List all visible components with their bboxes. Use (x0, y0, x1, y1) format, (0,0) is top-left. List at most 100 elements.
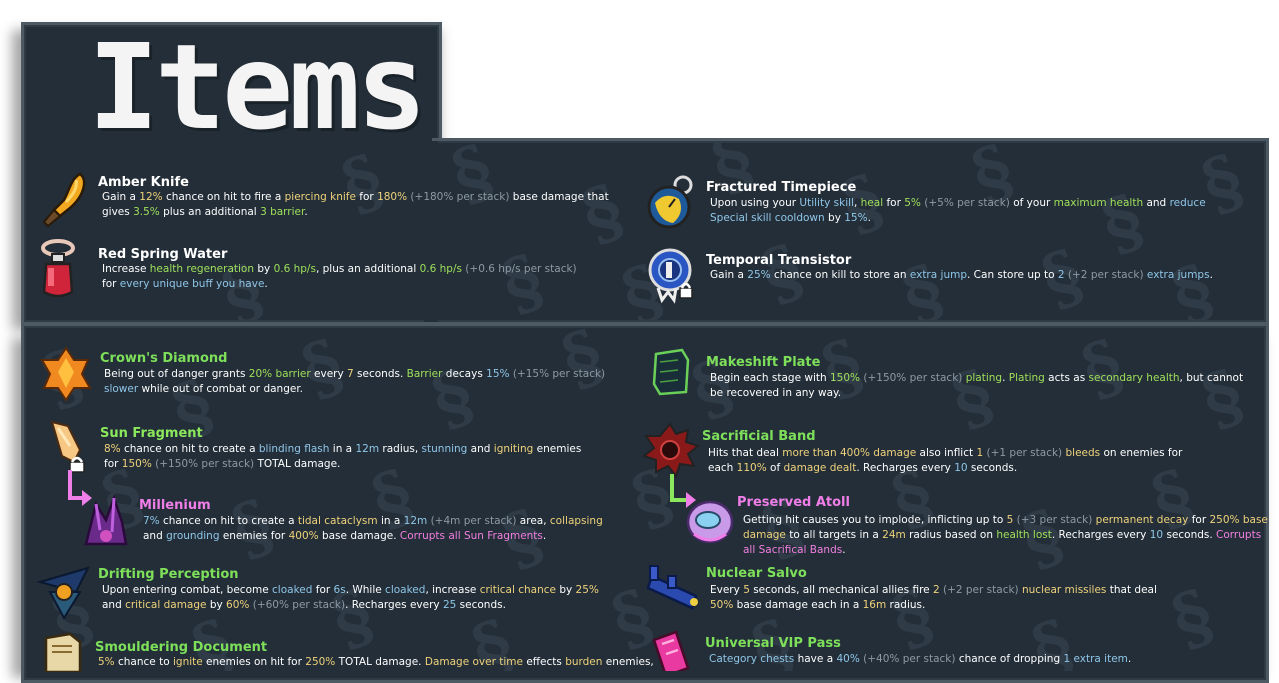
item-name: Nuclear Salvo (706, 566, 807, 581)
description-segment: health regeneration (149, 263, 255, 275)
description-line: Category chests have a 40% (+40% per sta… (709, 652, 1249, 667)
description-segment: by (824, 212, 845, 224)
item-description: 8% chance on hit to create a blinding fl… (104, 442, 604, 472)
fractured-timepiece-icon (647, 175, 693, 229)
description-line: for every unique buff you have. (102, 277, 602, 292)
description-segment: secondary health (1088, 372, 1180, 384)
description-segment: enemies on hit for (202, 656, 306, 668)
description-segment: critical damage (125, 599, 207, 611)
smouldering-document-icon (44, 632, 82, 672)
description-segment: . While (345, 584, 386, 596)
description-segment: slower (104, 383, 139, 395)
description-segment: 5% (98, 656, 115, 668)
description-segment: 250% (305, 656, 336, 668)
description-segment: Damage over time (424, 656, 523, 668)
description-segment: 2 (1057, 269, 1065, 281)
description-segment: radius. (886, 599, 926, 611)
item-name: Temporal Transistor (706, 253, 852, 268)
description-segment: radius, (379, 443, 422, 455)
description-segment: burden (565, 656, 603, 668)
description-segment: . (842, 544, 846, 556)
description-segment: health lost (996, 529, 1052, 541)
description-segment: (+15% per stack) (509, 368, 606, 380)
description-segment: damage (743, 529, 786, 541)
description-segment: (+2 per stack) (939, 584, 1019, 596)
description-segment: every (310, 368, 348, 380)
description-segment: 6s (333, 584, 346, 596)
description-line: Upon using your Utility skill, heal for … (710, 196, 1240, 211)
description-line: Upon entering combat, become cloaked for… (102, 583, 602, 598)
description-segment: be recovered in any way. (710, 387, 842, 399)
description-segment: (+150% per stack) (151, 458, 255, 470)
description-segment: while out of combat or danger. (138, 383, 304, 395)
description-segment: stunning (421, 443, 468, 455)
description-segment: 180% (377, 191, 408, 203)
description-segment: Utility skill (799, 197, 854, 209)
description-segment: 16m (862, 599, 887, 611)
description-segment: cloaked (272, 584, 313, 596)
description-segment: 1 extra item (1063, 653, 1128, 665)
description-segment: every unique buff you have (119, 278, 265, 290)
description-segment: extra jumps (1146, 269, 1210, 281)
panel-join (424, 141, 438, 322)
description-segment: 150% (830, 372, 861, 384)
description-segment: , increase (425, 584, 480, 596)
item-description: Getting hit causes you to implode, infli… (743, 513, 1268, 558)
description-segment: . (1209, 269, 1213, 281)
description-segment: base damage that (509, 191, 609, 203)
description-segment: 25% (575, 584, 599, 596)
description-segment: of (766, 462, 784, 474)
description-segment: for (355, 191, 378, 203)
description-segment: igniting (493, 443, 534, 455)
description-segment: Upon entering combat, become (102, 584, 273, 596)
description-segment: and (467, 443, 494, 455)
description-segment: TOTAL damage. (335, 656, 425, 668)
item-description: Upon using your Utility skill, heal for … (710, 196, 1240, 226)
description-segment: (+4m per stack) (427, 515, 517, 527)
description-segment: 150% (121, 458, 152, 470)
universal-vip-pass-icon (652, 630, 690, 671)
temporal-transistor-icon (648, 248, 693, 304)
description-segment: (+40% per stack) (859, 653, 956, 665)
item-name: Crown's Diamond (100, 351, 228, 366)
description-segment: 3.5% (133, 206, 160, 218)
description-segment: to all targets in a (785, 529, 883, 541)
description-segment: all Sacrifical Bands (743, 544, 843, 556)
description-line: Gain a 12% chance on hit to fire a pierc… (102, 190, 609, 205)
description-line: be recovered in any way. (710, 386, 1250, 401)
millenium-icon (84, 494, 128, 546)
description-segment: 40% (836, 653, 860, 665)
description-segment: in a (329, 443, 356, 455)
item-name: Amber Knife (98, 175, 189, 190)
description-segment: grounding (166, 530, 220, 542)
description-segment: blinding flash (258, 443, 330, 455)
description-segment: 5% (904, 197, 921, 209)
sun-fragment-icon (50, 420, 85, 473)
description-segment: . (867, 212, 871, 224)
description-segment: plating (965, 372, 1003, 384)
description-segment: plus an additional (159, 206, 261, 218)
description-segment: chance on hit to fire a (162, 191, 285, 203)
description-segment: collapsing (549, 515, 603, 527)
description-line: all Sacrifical Bands. (743, 543, 1253, 558)
description-segment: 7 (347, 368, 354, 380)
white-items-panel-right (432, 138, 1269, 325)
description-segment: reduce (1169, 197, 1206, 209)
description-segment: . (1002, 372, 1009, 384)
description-segment: (+60% per stack) (249, 599, 346, 611)
description-segment: Begin each stage with (710, 372, 830, 384)
item-name: Makeshift Plate (706, 355, 821, 370)
description-segment: permanent decay (1095, 514, 1189, 526)
description-line: for 150% (+150% per stack) TOTAL damage. (104, 457, 604, 472)
description-segment: and (1143, 197, 1170, 209)
description-segment: TOTAL damage. (254, 458, 341, 470)
description-segment: 10 (954, 462, 968, 474)
description-segment: . Recharges every (856, 462, 955, 474)
description-segment: . Recharges every (345, 599, 443, 611)
description-line: Begin each stage with 150% (+150% per st… (710, 371, 1250, 386)
description-segment: chance on hit to create a (159, 515, 298, 527)
description-line: each 110% of damage dealt. Recharges eve… (708, 461, 1248, 476)
description-segment: extra jump (909, 269, 967, 281)
description-segment: 12m (403, 515, 428, 527)
description-segment: . (304, 206, 308, 218)
